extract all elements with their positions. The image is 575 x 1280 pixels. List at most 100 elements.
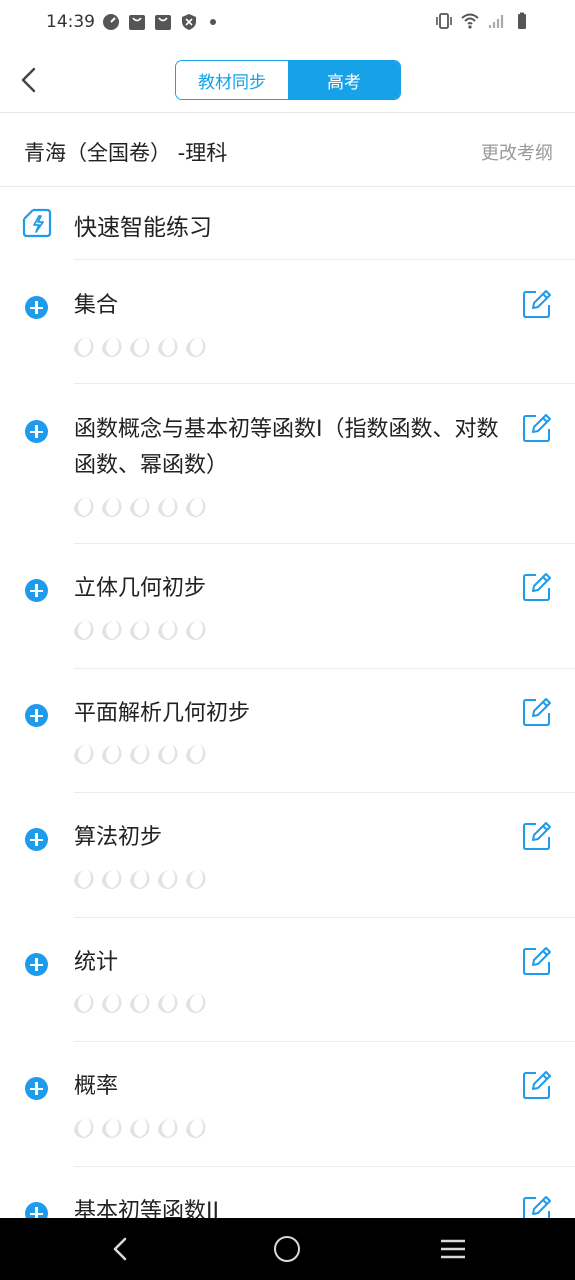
topic-name: 概率 (74, 1074, 119, 1099)
edit-icon[interactable] (521, 571, 553, 603)
change-syllabus-link[interactable]: 更改考纲 (481, 139, 553, 165)
moon-star-icon (158, 744, 178, 765)
moon-star-icon (158, 620, 178, 641)
list-item[interactable]: 统计 (0, 918, 575, 1042)
topic-name: 函数概念与基本初等函数Ⅰ（指数函数、对数函数、幂函数） (74, 417, 499, 478)
list-item[interactable]: 立体几何初步 (0, 544, 575, 669)
nav-back-icon[interactable] (108, 1236, 134, 1262)
moon-star-icon (158, 869, 178, 890)
expand-plus-icon[interactable] (25, 1077, 48, 1100)
moon-star-icon (102, 744, 122, 765)
vibrate-icon (436, 13, 452, 29)
moon-star-icon (130, 744, 150, 765)
moon-star-icon (102, 337, 122, 358)
moon-star-icon (186, 497, 206, 518)
list-item[interactable]: 函数概念与基本初等函数Ⅰ（指数函数、对数函数、幂函数） (0, 384, 575, 544)
moon-star-icon (102, 993, 122, 1014)
list-item[interactable]: 平面解析几何初步 (0, 669, 575, 793)
edit-icon[interactable] (521, 288, 553, 320)
moon-star-icon (158, 1118, 178, 1139)
segmented-control: 教材同步 高考 (175, 60, 401, 100)
topic-name: 平面解析几何初步 (74, 701, 251, 726)
moon-star-icon (130, 1118, 150, 1139)
rating-stars (73, 496, 207, 518)
moon-star-icon (74, 337, 94, 358)
expand-plus-icon[interactable] (25, 704, 48, 727)
moon-star-icon (158, 337, 178, 358)
wifi-icon (461, 13, 479, 29)
moon-star-icon (102, 869, 122, 890)
topic-name: 统计 (74, 950, 119, 975)
moon-star-icon (130, 337, 150, 358)
moon-star-icon (130, 620, 150, 641)
bag-icon (129, 15, 145, 30)
bag-icon (155, 15, 171, 30)
moon-star-icon (186, 869, 206, 890)
edit-icon[interactable] (521, 820, 553, 852)
expand-plus-icon[interactable] (25, 828, 48, 851)
nav-recents-icon[interactable] (440, 1239, 466, 1259)
moon-star-icon (130, 869, 150, 890)
signal-icon (488, 15, 504, 28)
list-item[interactable]: 概率 (0, 1042, 575, 1167)
moon-star-icon (158, 993, 178, 1014)
moon-star-icon (186, 1118, 206, 1139)
rating-stars (73, 336, 207, 358)
topic-name: 立体几何初步 (74, 576, 207, 601)
tab-gaokao[interactable]: 高考 (288, 61, 400, 99)
edit-icon[interactable] (521, 412, 553, 444)
rating-stars (73, 619, 207, 641)
shield-icon (182, 14, 196, 30)
moon-star-icon (186, 744, 206, 765)
edit-icon[interactable] (521, 696, 553, 728)
moon-star-icon (74, 869, 94, 890)
expand-plus-icon[interactable] (25, 953, 48, 976)
moon-star-icon (102, 497, 122, 518)
moon-star-icon (186, 337, 206, 358)
status-icons-right (435, 12, 531, 30)
exam-row: 青海（全国卷） -理科 更改考纲 (0, 113, 575, 187)
list-item[interactable]: 算法初步 (0, 793, 575, 918)
moon-star-icon (74, 1118, 94, 1139)
screen: 14:39 教材同步 高考 青海（全国卷） -理科 更改考纲 快速智能练习 集合… (0, 0, 575, 1280)
moon-star-icon (102, 1118, 122, 1139)
battery-icon (518, 12, 526, 29)
expand-plus-icon[interactable] (25, 420, 48, 443)
moon-star-icon (186, 993, 206, 1014)
quick-practice-label: 快速智能练习 (74, 215, 212, 241)
moon-star-icon (74, 993, 94, 1014)
status-icons-left (102, 13, 216, 31)
header: 教材同步 高考 (0, 46, 575, 113)
moon-star-icon (74, 497, 94, 518)
topic-list: 集合 函数概念与基本初等函数Ⅰ（指数函数、对数函数、幂函数） 立体几何初步 平面… (0, 260, 575, 1280)
edit-icon[interactable] (521, 945, 553, 977)
moon-star-icon (102, 620, 122, 641)
tab-textbook-sync[interactable]: 教材同步 (176, 61, 288, 99)
back-chevron-icon[interactable] (16, 64, 44, 96)
rating-stars (73, 743, 207, 765)
rating-stars (73, 1117, 207, 1139)
rating-stars (73, 868, 207, 890)
moon-star-icon (74, 744, 94, 765)
moon-star-icon (130, 497, 150, 518)
expand-plus-icon[interactable] (25, 579, 48, 602)
exam-title: 青海（全国卷） -理科 (24, 141, 228, 165)
topic-name: 集合 (74, 293, 119, 318)
nav-home-icon[interactable] (274, 1236, 300, 1262)
moon-star-icon (158, 497, 178, 518)
topic-name: 算法初步 (74, 825, 163, 850)
speedometer-icon (103, 14, 119, 30)
moon-star-icon (130, 993, 150, 1014)
lightning-icon (22, 208, 52, 238)
rating-stars (73, 992, 207, 1014)
status-bar: 14:39 (0, 0, 575, 46)
edit-icon[interactable] (521, 1069, 553, 1101)
quick-practice-row[interactable]: 快速智能练习 (0, 187, 575, 260)
moon-star-icon (186, 620, 206, 641)
system-nav-bar (0, 1218, 575, 1280)
expand-plus-icon[interactable] (25, 296, 48, 319)
status-time: 14:39 (46, 12, 95, 32)
dot-icon (210, 19, 216, 25)
moon-star-icon (74, 620, 94, 641)
list-item[interactable]: 集合 (0, 260, 575, 384)
